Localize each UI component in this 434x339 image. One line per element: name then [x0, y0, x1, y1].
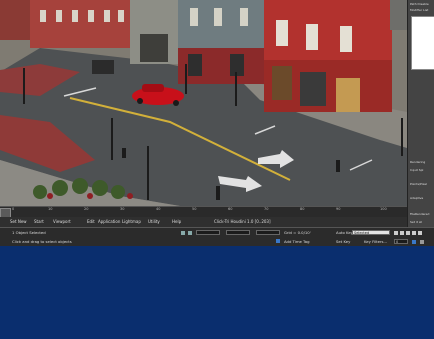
command-panel: Path Disable Modifier List Rendering Inp… — [407, 0, 434, 230]
go-to-end-icon[interactable] — [418, 231, 422, 235]
key-mode-select[interactable]: Selected — [352, 230, 390, 235]
prompt-line: Click and drag to select objects — [12, 239, 72, 244]
panel-line-6: FileRendered — [410, 212, 430, 216]
menu-bar: Set New Start Viewport Edit Application … — [0, 217, 407, 227]
tick-label: 30 — [120, 207, 125, 211]
panel-line-3: Input Spl — [410, 168, 424, 172]
tick-label: 20 — [84, 207, 89, 211]
tick-label: 50 — [192, 207, 197, 211]
tick-label: 60 — [228, 207, 233, 211]
status-bar: 1 Object Selected Click and drag to sele… — [0, 227, 434, 246]
tick-label: 40 — [156, 207, 161, 211]
lock-icon[interactable] — [181, 231, 185, 235]
panel-line-7: Set it at — [410, 220, 422, 224]
grid-readout: Grid = 0.0/10' — [284, 230, 311, 235]
next-frame-icon[interactable] — [412, 231, 416, 235]
x-coordinate-field[interactable] — [196, 230, 220, 235]
set-key-button[interactable]: Set Key — [336, 239, 350, 244]
menu-item-edit[interactable]: Edit — [87, 219, 95, 224]
go-to-start-icon[interactable] — [394, 231, 398, 235]
panel-line-2: Rendering — [410, 160, 426, 164]
tick-label: 10 — [48, 207, 53, 211]
selection-status: 1 Object Selected — [12, 230, 46, 235]
3d-app-window: Path Disable Modifier List Rendering Inp… — [0, 0, 434, 246]
key-filters-button[interactable]: Key Filters... — [364, 239, 387, 244]
modifier-stack-box[interactable] — [411, 16, 434, 70]
panel-line-1[interactable]: Modifier List — [410, 8, 428, 12]
tick-label: 100 — [380, 207, 387, 211]
y-coordinate-field[interactable] — [226, 230, 250, 235]
menu-item-set-new[interactable]: Set New — [10, 219, 27, 224]
menu-item-viewport[interactable]: Viewport — [53, 219, 71, 224]
auto-key-button[interactable]: Auto Key — [336, 230, 353, 235]
previous-frame-icon[interactable] — [400, 231, 404, 235]
tick-label: 80 — [300, 207, 305, 211]
perspective-viewport[interactable] — [0, 0, 407, 206]
menu-item-lightmap[interactable]: Lightmap — [122, 219, 141, 224]
scene-title: Click-Tri Houdini 1.0 [0..203] — [214, 219, 271, 224]
time-tag-icon[interactable] — [276, 239, 280, 243]
time-config-icon[interactable] — [412, 240, 416, 244]
menu-item-application[interactable]: Application — [98, 219, 120, 224]
z-coordinate-field[interactable] — [256, 230, 280, 235]
tick-label: 90 — [336, 207, 341, 211]
play-icon[interactable] — [406, 231, 410, 235]
panel-line-5: Adaptive — [410, 196, 424, 200]
current-frame-field[interactable]: 0 — [394, 239, 408, 244]
panel-line-0: Path Disable — [410, 2, 429, 6]
zoom-extents-icon[interactable] — [420, 240, 424, 244]
panel-line-4: Points/Pixel — [410, 182, 427, 186]
add-time-tag[interactable]: Add Time Tag — [284, 239, 309, 244]
tick-label: 0 — [12, 207, 15, 211]
menu-item-help[interactable]: Help — [172, 219, 181, 224]
tick-label: 70 — [264, 207, 269, 211]
absolute-mode-icon[interactable] — [188, 231, 192, 235]
menu-item-utility[interactable]: Utility — [148, 219, 160, 224]
menu-item-start[interactable]: Start — [34, 219, 44, 224]
